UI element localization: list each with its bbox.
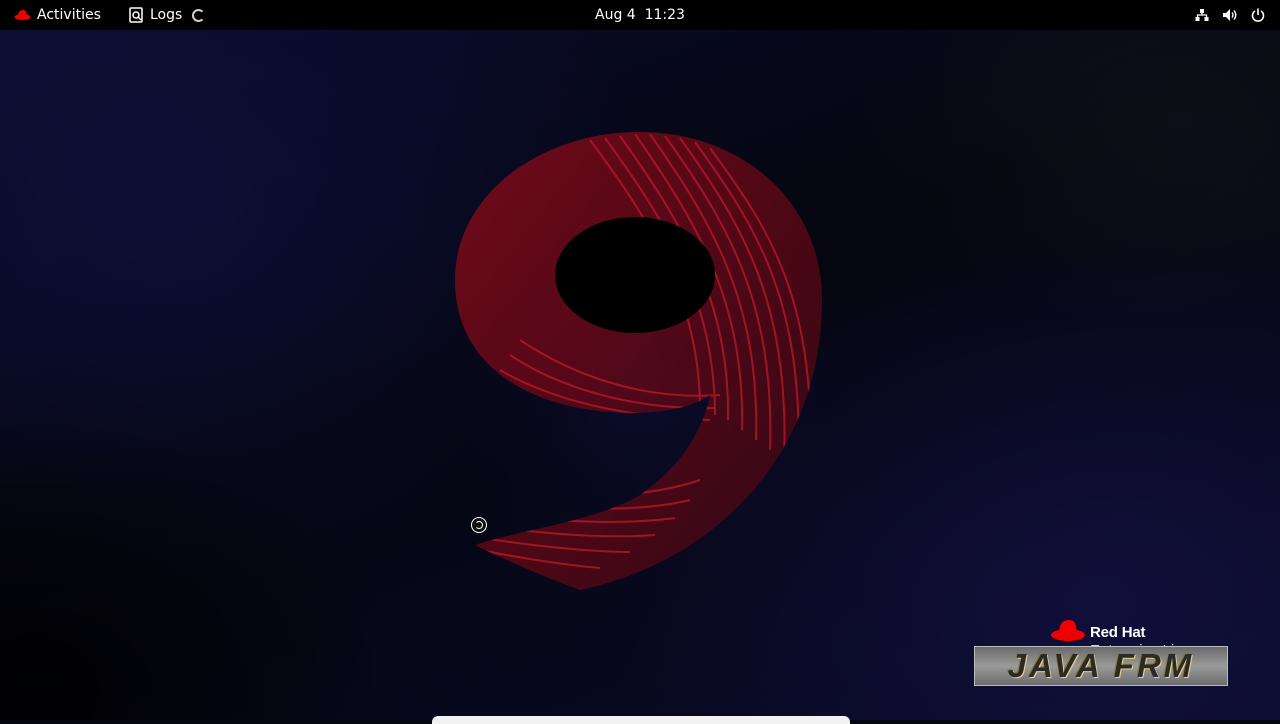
rhel-9-artwork — [440, 132, 840, 600]
busy-cursor-icon — [471, 517, 487, 533]
redhat-hat-icon — [1051, 620, 1085, 641]
top-bar: Activities Logs Aug 4 11:23 — [0, 0, 1280, 30]
desktop-wallpaper — [0, 0, 1280, 720]
brand-name: Red Hat — [1090, 624, 1146, 641]
loading-spinner-icon — [192, 8, 206, 22]
logs-app-icon — [129, 7, 143, 23]
system-tray[interactable] — [1194, 0, 1266, 30]
network-icon[interactable] — [1194, 7, 1210, 23]
power-icon[interactable] — [1250, 7, 1266, 23]
activities-label: Activities — [37, 7, 101, 23]
volume-icon[interactable] — [1222, 7, 1238, 23]
app-menu-label: Logs — [150, 7, 183, 23]
activities-button[interactable]: Activities — [14, 0, 101, 30]
dash-edge[interactable] — [432, 716, 850, 724]
app-menu-logs[interactable]: Logs — [128, 0, 206, 30]
clock-button[interactable]: Aug 4 11:23 — [595, 7, 685, 23]
watermark-logo: JAVA FRM — [974, 646, 1228, 686]
redhat-logo-icon — [14, 10, 31, 20]
